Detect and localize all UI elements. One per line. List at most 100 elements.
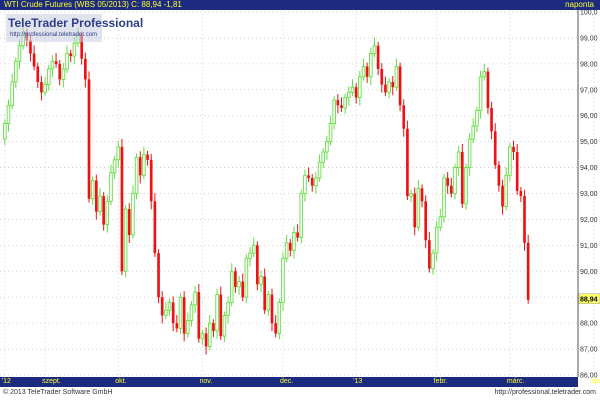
period-label[interactable]: naponta xyxy=(565,0,594,10)
candle-body xyxy=(420,188,424,202)
candle-body xyxy=(138,157,142,176)
title-bar: WTI Crude Futures (WBS 05/2013) C: 88,94… xyxy=(0,0,600,10)
y-axis: 86,0087,0088,0089,0090,0091,0092,0093,00… xyxy=(578,10,600,380)
candle-body xyxy=(416,187,421,228)
candle-body xyxy=(222,314,227,337)
candle-body xyxy=(212,323,215,331)
candle-body xyxy=(84,58,87,80)
candle-body xyxy=(409,193,413,197)
candle-body xyxy=(343,97,347,109)
logo-url: http://professional.teletrader.com xyxy=(10,32,98,38)
candle-body xyxy=(112,159,117,174)
candle-body xyxy=(358,76,362,99)
candle-body xyxy=(398,66,402,106)
candle-body xyxy=(90,180,95,200)
candle-body xyxy=(394,65,399,88)
candle-body xyxy=(200,333,205,340)
candle-body xyxy=(508,146,512,176)
y-tick-label: 91,00 xyxy=(580,243,598,250)
y-tick-label: 98,00 xyxy=(580,61,598,68)
candle-body xyxy=(10,81,14,106)
candle-body xyxy=(17,45,22,62)
candle-body xyxy=(413,193,417,228)
last-price-label: 88,94 xyxy=(580,296,598,303)
candle-body xyxy=(127,209,131,235)
candle-body xyxy=(146,154,149,160)
candle-body xyxy=(482,71,487,78)
candle-body xyxy=(164,309,168,316)
candle-body xyxy=(464,167,468,205)
candle-body xyxy=(460,152,464,204)
candle-body xyxy=(167,301,172,311)
candle-body xyxy=(380,69,384,85)
candle-body xyxy=(229,270,234,303)
candle-body xyxy=(207,322,212,347)
candle-body xyxy=(317,161,322,179)
candle-body xyxy=(226,301,230,316)
candle-body xyxy=(471,125,476,140)
candle-body xyxy=(237,281,241,288)
candle-body xyxy=(369,53,373,78)
candle-body xyxy=(277,301,282,334)
candle-body xyxy=(376,45,380,70)
candle-body xyxy=(446,177,449,186)
y-tick-label: 94,00 xyxy=(580,165,598,172)
candle-body xyxy=(325,141,329,153)
candle-body xyxy=(438,216,443,228)
candle-body xyxy=(387,81,391,93)
price-chart: 86,0087,0088,0089,0090,0091,0092,0093,00… xyxy=(0,10,600,380)
candle-body xyxy=(453,167,457,194)
candle-body xyxy=(490,107,493,132)
candle-body xyxy=(512,146,515,153)
copyright-text: © 2013 TeleTrader Software GmbH xyxy=(3,389,113,396)
y-tick-label: 95,00 xyxy=(580,139,598,146)
x-tick-label: szept. xyxy=(42,378,61,385)
candle-body xyxy=(178,296,183,329)
candle-body xyxy=(288,242,292,251)
candle-body xyxy=(36,66,40,83)
candle-body xyxy=(98,195,102,213)
candle-body xyxy=(65,53,69,70)
candle-body xyxy=(456,151,461,169)
candles xyxy=(3,24,530,355)
candle-body xyxy=(142,154,146,176)
y-tick-label: 90,00 xyxy=(580,269,598,276)
candle-body xyxy=(54,61,58,64)
candle-body xyxy=(328,123,333,143)
candle-body xyxy=(347,91,351,99)
candle-body xyxy=(157,253,160,298)
candle-body xyxy=(149,159,153,202)
candle-body xyxy=(43,84,47,93)
footer-url[interactable]: http://professional.teletrader.com xyxy=(494,389,596,396)
candle-body xyxy=(189,304,194,322)
candle-body xyxy=(204,333,208,347)
candle-body xyxy=(219,294,223,337)
candle-body xyxy=(256,245,259,285)
candle-body xyxy=(449,185,453,194)
candle-body xyxy=(523,196,526,243)
candle-body xyxy=(361,65,366,78)
y-tick-label: 97,00 xyxy=(580,87,598,94)
candle-body xyxy=(354,87,358,98)
candle-body xyxy=(406,128,409,197)
x-tick-label: okt. xyxy=(115,378,127,385)
candle-body xyxy=(493,131,497,165)
candle-body xyxy=(270,294,274,324)
candle-body xyxy=(402,105,406,129)
candle-body xyxy=(307,175,310,178)
candle-body xyxy=(526,242,530,300)
x-axis-bar: '12 szept. okt. nov. dec. '13 febr. márc. ápr. xyxy=(0,377,600,387)
candle-body xyxy=(46,68,51,86)
y-tick-label: 100,0 xyxy=(580,10,598,17)
y-tick-label: 88,00 xyxy=(580,321,598,328)
candle-body xyxy=(61,68,66,80)
candle-body xyxy=(50,60,55,70)
y-tick-label: 96,00 xyxy=(580,113,598,120)
candle-body xyxy=(40,82,43,93)
candle-body xyxy=(116,146,121,161)
candle-body xyxy=(424,201,428,241)
candle-body xyxy=(248,252,252,259)
candle-body xyxy=(186,320,190,334)
candle-body xyxy=(486,71,490,108)
y-tick-label: 92,00 xyxy=(580,217,598,224)
